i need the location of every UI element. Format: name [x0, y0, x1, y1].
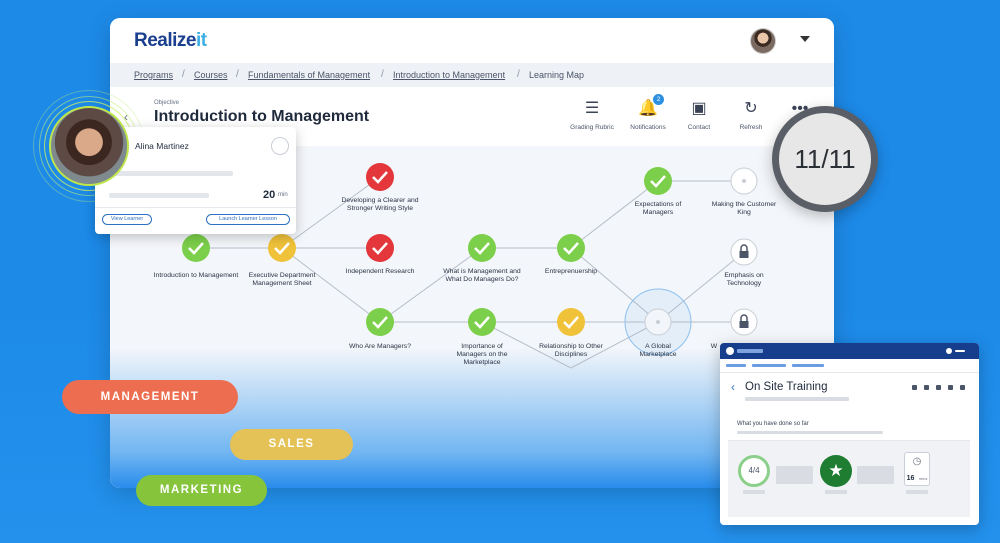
panel-crumb-placeholder: [792, 364, 824, 367]
node-label-research: Independent Research: [345, 268, 415, 275]
node-label-intro: Introduction to Management: [153, 272, 239, 279]
map-node-global[interactable]: [644, 308, 672, 336]
panel-menu-placeholder: [955, 350, 965, 352]
panel-tool-icon[interactable]: [960, 385, 965, 390]
lock-icon: [739, 321, 749, 328]
node-label-whatis: What is Management and What Do Managers …: [443, 268, 521, 284]
node-label-whoare: Who Are Managers?: [349, 343, 411, 350]
node-label-writing: Developing a Clearer and Stronger Writin…: [341, 197, 419, 213]
map-node-relationship[interactable]: [557, 308, 585, 336]
panel-crumb-placeholder: [752, 364, 786, 367]
panel-logo-icon: [726, 347, 734, 355]
clock-icon: ◷: [912, 456, 922, 467]
learner-placeholder-bar: [109, 171, 233, 176]
score-circle: 4/4: [738, 455, 770, 487]
map-node-tech[interactable]: [730, 238, 758, 266]
map-node-customer[interactable]: [730, 167, 758, 195]
star-icon: ★: [820, 455, 852, 487]
node-label-expect: Expectations of Managers: [634, 201, 682, 217]
panel-title: On Site Training: [745, 381, 828, 393]
map-node-intro[interactable]: [182, 234, 210, 262]
map-node-research[interactable]: [366, 234, 394, 262]
panel-sub-bar: [720, 359, 979, 373]
panel-progress-card: [728, 413, 970, 441]
panel-subtitle-placeholder: [745, 397, 849, 401]
map-node-entre[interactable]: [557, 234, 585, 262]
chevron-left-icon[interactable]: ‹: [731, 380, 735, 394]
time-value: 16: [906, 475, 915, 482]
panel-text-placeholder: [737, 431, 883, 434]
map-node-w[interactable]: [730, 308, 758, 336]
node-label-importance: Importance of Managers on the Marketplac…: [456, 343, 508, 367]
time-placeholder: [906, 490, 928, 494]
node-label-relationship: Relationship to Other Disciplines: [539, 343, 603, 359]
time-unit: mins: [918, 476, 928, 481]
learner-card-divider: [95, 207, 296, 208]
map-node-writing[interactable]: [366, 163, 394, 191]
panel-tool-icon[interactable]: [912, 385, 917, 390]
node-label-global: A Global Marketplace: [639, 343, 677, 359]
learner-minutes: 20: [263, 189, 276, 201]
node-label-customer: Making the Customer King: [711, 201, 777, 217]
sales-tag[interactable]: SALES: [230, 429, 353, 460]
panel-tool-icon[interactable]: [924, 385, 929, 390]
score-placeholder: [743, 490, 765, 494]
panel-top-bar: [720, 343, 979, 359]
mobile-panel: ‹ On Site Training What you have done so…: [720, 343, 979, 525]
node-label-exec: Executive Department Management Sheet: [248, 272, 316, 288]
launch-learner-lesson-button[interactable]: Launch Learner Lesson: [206, 214, 290, 225]
map-node-importance[interactable]: [468, 308, 496, 336]
node-label-entre: Entreprenuership: [544, 268, 598, 275]
panel-title-placeholder: [737, 349, 763, 353]
panel-progress-text: What you have done so far: [737, 421, 809, 427]
map-node-whatis[interactable]: [468, 234, 496, 262]
lock-icon: [739, 251, 749, 258]
management-tag[interactable]: MANAGEMENT: [62, 380, 238, 414]
learner-select-circle[interactable]: [271, 137, 289, 155]
map-node-expect[interactable]: [644, 167, 672, 195]
view-learner-button[interactable]: View Learner: [102, 214, 152, 225]
learner-minutes-unit: min: [278, 192, 288, 198]
star-placeholder: [825, 490, 847, 494]
panel-user-icon[interactable]: [946, 348, 952, 354]
panel-tool-icon[interactable]: [948, 385, 953, 390]
learner-avatar: [49, 106, 129, 186]
map-node-whoare[interactable]: [366, 308, 394, 336]
panel-crumb-placeholder: [726, 364, 746, 367]
panel-block-placeholder: [776, 466, 813, 484]
learner-progress-bar: [109, 193, 209, 198]
node-label-tech: Emphasis on Technology: [724, 272, 764, 288]
learner-name: Alina Martinez: [135, 141, 189, 151]
progress-counter: 11/11: [772, 106, 878, 212]
panel-block-placeholder: [857, 466, 894, 484]
marketing-tag[interactable]: MARKETING: [136, 475, 267, 506]
time-spent-box: ◷ 16 mins: [904, 452, 930, 486]
map-node-exec[interactable]: [268, 234, 296, 262]
panel-tool-icon[interactable]: [936, 385, 941, 390]
